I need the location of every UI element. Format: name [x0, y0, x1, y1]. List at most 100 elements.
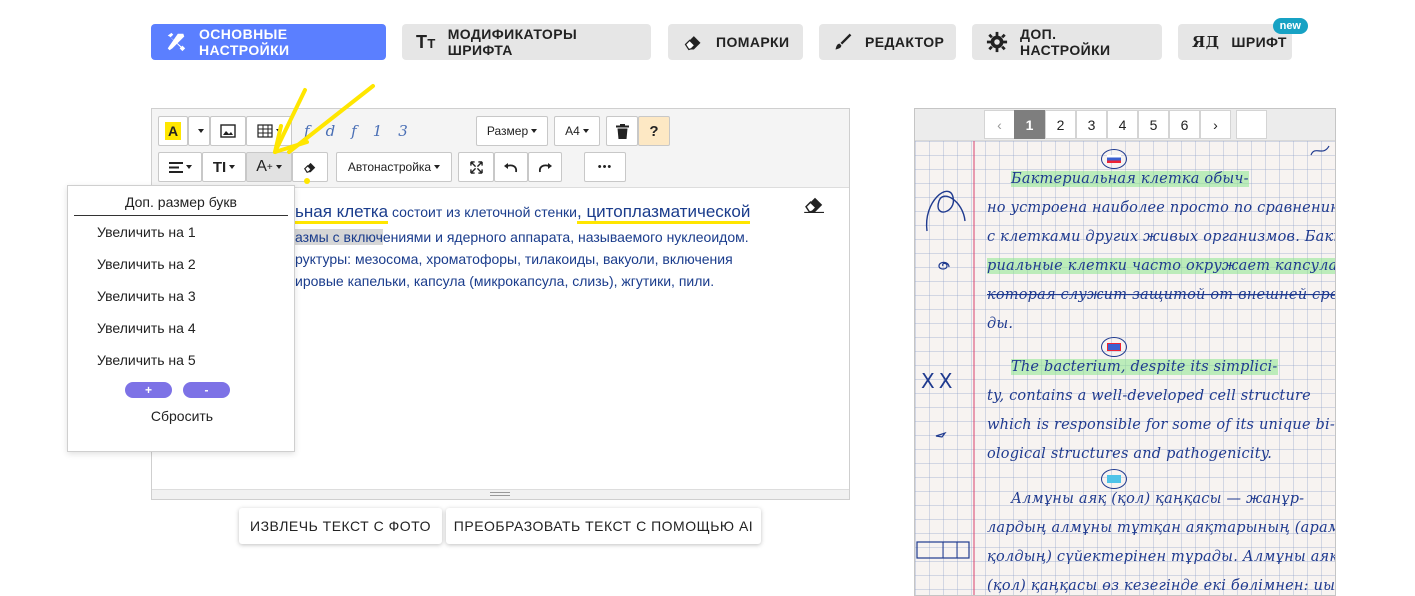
- menu-item-increase-3[interactable]: Увеличить на 3: [97, 288, 196, 304]
- ai-transform-button[interactable]: ПРЕОБРАЗОВАТЬ ТЕКСТ С ПОМОЩЬЮ AI: [446, 508, 761, 544]
- redo-button[interactable]: [528, 152, 562, 182]
- page-2-button[interactable]: 2: [1045, 110, 1076, 139]
- font-sample: 3: [398, 122, 408, 140]
- redo-icon: [538, 163, 552, 173]
- pagination: ‹ 1 2 3 4 5 6 ›: [915, 109, 1335, 141]
- page-5-button[interactable]: 5: [1138, 110, 1169, 139]
- fullscreen-button[interactable]: [458, 152, 494, 182]
- handwriting-preview: ‹ 1 2 3 4 5 6 › ХХ Бактериальная клетка …: [914, 108, 1336, 596]
- selected-text: азмы с включ: [295, 229, 383, 245]
- editor-tab[interactable]: РЕДАКТОР: [819, 24, 956, 60]
- tools-icon: [167, 32, 186, 52]
- decrease-button[interactable]: -: [183, 382, 230, 398]
- menu-title: Доп. размер букв: [74, 194, 288, 216]
- hw-line: Алмұны аяқ (қол) қаңқасы — жанұр-: [1011, 491, 1305, 507]
- main-settings-label: ОСНОВНЫЕ НАСТРОЙКИ: [199, 26, 290, 58]
- margin-doodle-icon: [926, 190, 966, 232]
- extract-text-button[interactable]: ИЗВЛЕЧЬ ТЕКСТ С ФОТО: [239, 508, 442, 544]
- eraser-marker-icon[interactable]: [804, 195, 826, 213]
- trash-icon: [615, 123, 629, 139]
- hw-line: которая служит защитой от внешней сре-: [987, 287, 1336, 303]
- new-badge: new: [1272, 18, 1308, 34]
- menu-item-increase-2[interactable]: Увеличить на 2: [97, 256, 196, 272]
- help-label: ?: [649, 122, 659, 140]
- menu-item-increase-5[interactable]: Увеличить на 5: [97, 352, 196, 368]
- flag-uk-icon: [1101, 337, 1127, 357]
- chevron-down-icon: [531, 129, 538, 133]
- help-button[interactable]: ?: [638, 116, 670, 146]
- blots-tab[interactable]: ПОМАРКИ: [668, 24, 803, 60]
- hw-line: The bacterium, despite its simplici-: [1011, 359, 1278, 375]
- insert-image-button[interactable]: [210, 116, 246, 146]
- more-dots-icon: •••: [597, 161, 613, 173]
- highlighted-term: ьная клетка: [295, 202, 389, 224]
- hw-text: Бактериальная клетка обыч-: [1011, 171, 1249, 187]
- undo-icon: [504, 163, 518, 173]
- align-left-icon: [168, 161, 183, 173]
- extra-settings-tab[interactable]: ДОП. НАСТРОЙКИ: [972, 24, 1162, 60]
- notebook-paper: ХХ Бактериальная клетка обыч- но устроен…: [915, 141, 1336, 595]
- letter-size-menu: Доп. размер букв Увеличить на 1 Увеличит…: [67, 185, 295, 452]
- content-line-2: азмы с включениями и ядерного аппарата, …: [295, 226, 749, 248]
- hw-line: ty, contains a well-developed cell struc…: [987, 388, 1311, 404]
- font-modifiers-label: МОДИФИКАТОРЫ ШРИФТА: [447, 26, 578, 58]
- hw-line: но устроена наиболее просто по сравнению: [987, 200, 1336, 216]
- next-page-button[interactable]: ›: [1200, 110, 1231, 139]
- menu-item-increase-1[interactable]: Увеличить на 1: [97, 224, 196, 240]
- text-segment: состоит из клеточной стенки: [388, 204, 577, 220]
- page-6-button[interactable]: 6: [1169, 110, 1200, 139]
- margin-arrow-icon: [935, 431, 947, 438]
- page-3-button[interactable]: 3: [1076, 110, 1107, 139]
- content-line-4: ировые капельки, капсула (микрокапсула, …: [295, 273, 715, 289]
- gear-icon: [986, 31, 1008, 53]
- hw-line: қолдың) сүйектерінен тұрады. Алмұны аяқ: [987, 549, 1336, 565]
- text-height-dropdown[interactable]: TI: [202, 152, 246, 182]
- font-glyph-icon: ЯД: [1192, 33, 1220, 51]
- undo-button[interactable]: [494, 152, 528, 182]
- size-label: Размер: [486, 124, 529, 138]
- chevron-down-icon: [582, 129, 589, 133]
- hw-line: Бактериальная клетка обыч-: [1011, 171, 1249, 187]
- hw-line: ды.: [987, 316, 1014, 332]
- resize-grip-icon[interactable]: [490, 492, 510, 496]
- hw-line: лардың алмұны тұтқан аяқтарының (арамда: [987, 520, 1336, 536]
- font-label: ШРИФТ: [1231, 34, 1287, 50]
- increase-button[interactable]: +: [125, 382, 172, 398]
- reset-button[interactable]: Сбросить: [68, 408, 296, 424]
- content-line-1: ьная клетка состоит из клеточной стенки,…: [295, 201, 751, 224]
- page-4-button[interactable]: 4: [1107, 110, 1138, 139]
- prev-page-button[interactable]: ‹: [984, 110, 1015, 139]
- margin-spiral-icon: [938, 261, 950, 270]
- more-options-button[interactable]: •••: [584, 152, 626, 182]
- hw-text: The bacterium, despite its simplici-: [1011, 359, 1278, 375]
- text-color-dropdown[interactable]: [188, 116, 210, 146]
- text-height-icon: TI: [212, 158, 227, 176]
- hw-line: с клетками других живых организмов. Бакт…: [987, 229, 1336, 245]
- font-modifiers-tab[interactable]: TT МОДИФИКАТОРЫ ШРИФТА: [402, 24, 651, 60]
- eraser-icon: [684, 36, 701, 51]
- page-jump-input[interactable]: [1236, 110, 1267, 139]
- corner-squiggle-icon: [1310, 145, 1330, 156]
- size-dropdown[interactable]: Размер: [476, 116, 548, 146]
- text-color-button[interactable]: A: [158, 116, 188, 146]
- align-dropdown[interactable]: [158, 152, 202, 182]
- hw-line: (қол) қаңқасы өз кезегінде екі бөлімнен:…: [987, 578, 1336, 594]
- hw-line: ological structures and pathogenicity.: [987, 446, 1273, 462]
- font-tab[interactable]: ЯД ШРИФТ new: [1178, 18, 1308, 60]
- chevron-down-icon: [197, 129, 204, 133]
- margin-boxes-icon: [916, 541, 970, 559]
- chevron-down-icon: [229, 165, 236, 169]
- chevron-down-icon: [185, 165, 192, 169]
- paper-size-dropdown[interactable]: А4: [554, 116, 600, 146]
- delete-button[interactable]: [606, 116, 638, 146]
- main-settings-tab[interactable]: ОСНОВНЫЕ НАСТРОЙКИ: [151, 24, 386, 60]
- menu-item-increase-4[interactable]: Увеличить на 4: [97, 320, 196, 336]
- margin-marks: ХХ: [921, 369, 957, 393]
- content-line-3: руктуры: мезосома, хроматофоры, тилакоид…: [295, 251, 733, 267]
- blots-label: ПОМАРКИ: [716, 34, 790, 50]
- flag-kazakhstan-icon: [1101, 469, 1127, 489]
- margin-line: [973, 141, 975, 595]
- fullscreen-icon: [469, 160, 483, 174]
- highlight-a-icon: A: [164, 122, 182, 140]
- page-1-button[interactable]: 1: [1014, 110, 1045, 139]
